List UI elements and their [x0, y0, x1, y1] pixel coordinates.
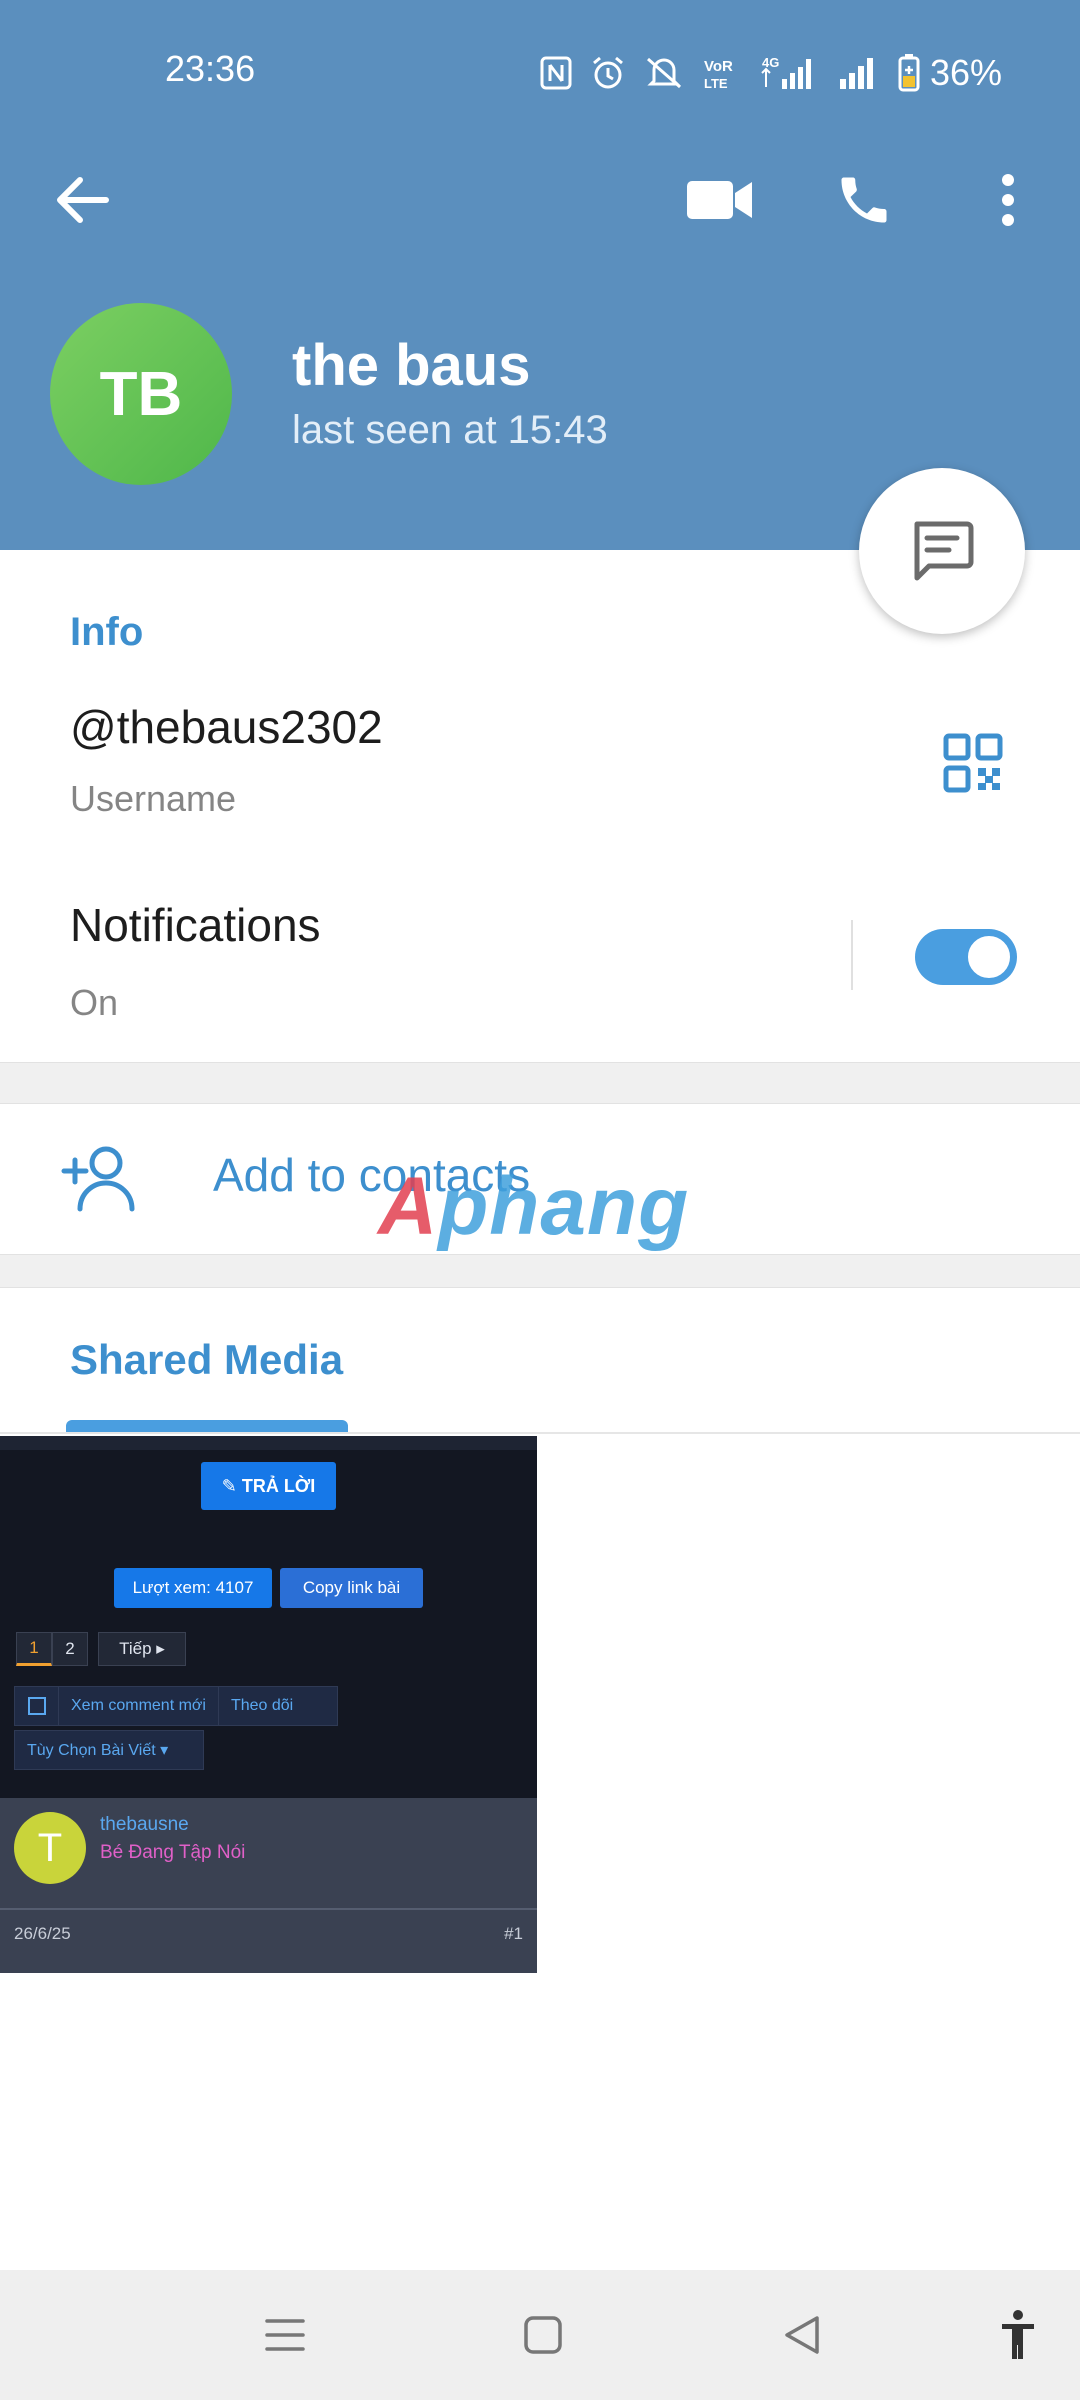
thumbnail-reply-button: ✎ TRẢ LỜI	[201, 1462, 336, 1510]
phone-icon	[841, 177, 887, 223]
system-nav-bar	[0, 2270, 1080, 2400]
profile-header: 23:36 VoR LTE 4G 36% TB the baus last se…	[0, 0, 1080, 550]
shared-media-thumbnail[interactable]: ✎ TRẢ LỜI Lượt xem: 4107 Copy link bài 1…	[0, 1436, 537, 1973]
thumbnail-top-strip	[0, 1436, 537, 1450]
add-to-contacts-label: Add to contacts	[213, 1149, 531, 1201]
status-time: 23:36	[165, 48, 256, 89]
add-to-contacts-row[interactable]: Add to contacts	[0, 1104, 1080, 1254]
alarm-icon	[592, 56, 623, 89]
battery-percentage: 36%	[929, 52, 1002, 93]
profile-name: the baus	[292, 333, 531, 398]
tab-shared-media[interactable]: Shared Media	[70, 1336, 343, 1384]
section-gap	[0, 1062, 1080, 1104]
toggle-knob	[965, 933, 1013, 981]
thumbnail-post-date: 26/6/25	[14, 1924, 71, 1943]
avatar[interactable]: TB	[50, 303, 232, 485]
svg-text:4G: 4G	[762, 55, 779, 70]
thumbnail-post-avatar: T	[14, 1812, 86, 1884]
divider	[0, 1432, 1080, 1434]
qr-code-button[interactable]	[935, 725, 1010, 800]
nfc-icon	[540, 56, 572, 90]
back-nav-button[interactable]	[772, 2305, 832, 2365]
thumbnail-new-comments: Xem comment mới	[59, 1687, 219, 1725]
username-label: Username	[70, 778, 237, 819]
divider	[0, 1908, 537, 1910]
divider	[851, 920, 853, 990]
thumbnail-copy-link-button: Copy link bài	[280, 1568, 423, 1608]
thumbnail-next-button: Tiếp ▸	[98, 1632, 186, 1666]
volte-icon: VoRLTE	[704, 58, 733, 91]
signal-icon	[839, 58, 873, 89]
username-value[interactable]: @thebaus2302	[70, 700, 383, 754]
home-square-icon	[524, 2316, 562, 2354]
thumbnail-views-button: Lượt xem: 4107	[114, 1568, 272, 1608]
info-section-title: Info	[70, 610, 144, 654]
status-icons: VoR LTE 4G 36%	[540, 48, 1002, 98]
thumbnail-page-1: 1	[16, 1632, 52, 1666]
recent-apps-button[interactable]	[255, 2305, 315, 2365]
voice-call-button[interactable]	[824, 160, 904, 240]
notifications-toggle[interactable]	[915, 929, 1017, 985]
thumbnail-follow: Theo dõi	[230, 1697, 294, 1714]
back-button[interactable]	[42, 160, 122, 240]
message-icon	[914, 521, 974, 581]
svg-text:LTE: LTE	[704, 76, 728, 91]
section-gap	[0, 1254, 1080, 1288]
thumbnail-post-number: #1	[504, 1924, 523, 1943]
svg-text:VoR: VoR	[704, 58, 733, 75]
tab-indicator	[66, 1420, 348, 1432]
notifications-title[interactable]: Notifications	[70, 898, 321, 952]
status-bar: 23:36 VoR LTE 4G 36%	[0, 40, 1080, 106]
add-person-icon	[61, 1146, 135, 1212]
video-call-button[interactable]	[680, 160, 760, 240]
thumbnail-post-user: thebausne	[100, 1814, 189, 1835]
thumbnail-post-rank: Bé Đang Tập Nói	[100, 1842, 246, 1863]
checkbox-icon	[15, 1687, 59, 1725]
more-vert-icon	[1002, 174, 1014, 226]
back-arrow-icon	[57, 177, 109, 223]
accessibility-icon	[1002, 2310, 1034, 2359]
mute-icon	[646, 57, 681, 89]
telegram-profile-screen: 23:36 VoR LTE 4G 36% TB the baus last se…	[0, 0, 1080, 2400]
4g-signal-icon: 4G	[761, 55, 811, 89]
more-options-button[interactable]	[968, 160, 1048, 240]
back-triangle-icon	[785, 2316, 819, 2354]
qr-code-icon	[943, 733, 1002, 792]
thumbnail-post-options: Tùy Chọn Bài Viết ▾	[14, 1730, 204, 1770]
battery-icon	[898, 54, 920, 92]
accessibility-button[interactable]	[988, 2305, 1048, 2365]
home-button[interactable]	[513, 2305, 573, 2365]
last-seen-status: last seen at 15:43	[292, 408, 608, 452]
send-message-button[interactable]	[859, 468, 1025, 634]
video-call-icon	[687, 181, 752, 219]
thumbnail-page-2: 2	[52, 1632, 88, 1666]
thumbnail-post: T thebausne Bé Đang Tập Nói 26/6/25 #1	[0, 1798, 537, 1973]
thumbnail-action-bar: Xem comment mới Theo dõi	[14, 1686, 338, 1726]
menu-icon	[265, 2319, 305, 2351]
notifications-value: On	[70, 982, 119, 1023]
